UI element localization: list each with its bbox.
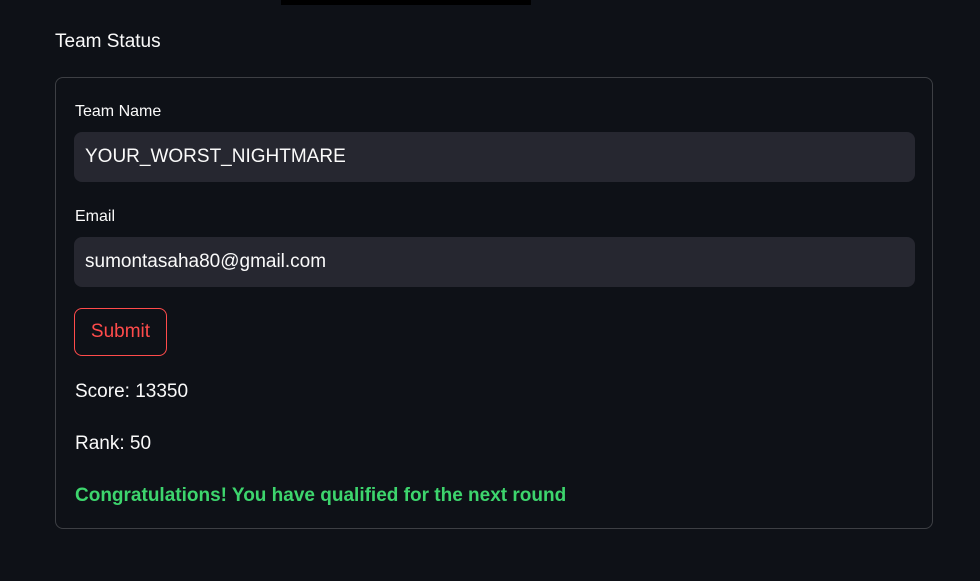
team-status-form: Team Name Email Submit Score: 13350 Rank… bbox=[55, 77, 933, 529]
submit-button[interactable]: Submit bbox=[74, 308, 167, 356]
email-input[interactable] bbox=[74, 237, 915, 287]
team-name-label: Team Name bbox=[75, 103, 162, 120]
section-title: Team Status bbox=[55, 31, 161, 52]
email-label: Email bbox=[75, 208, 116, 225]
score-text: Score: 13350 bbox=[75, 381, 189, 402]
top-header-bar bbox=[281, 0, 531, 5]
success-message: Congratulations! You have qualified for … bbox=[75, 485, 567, 506]
team-name-input[interactable] bbox=[74, 132, 915, 182]
rank-text: Rank: 50 bbox=[75, 433, 152, 454]
